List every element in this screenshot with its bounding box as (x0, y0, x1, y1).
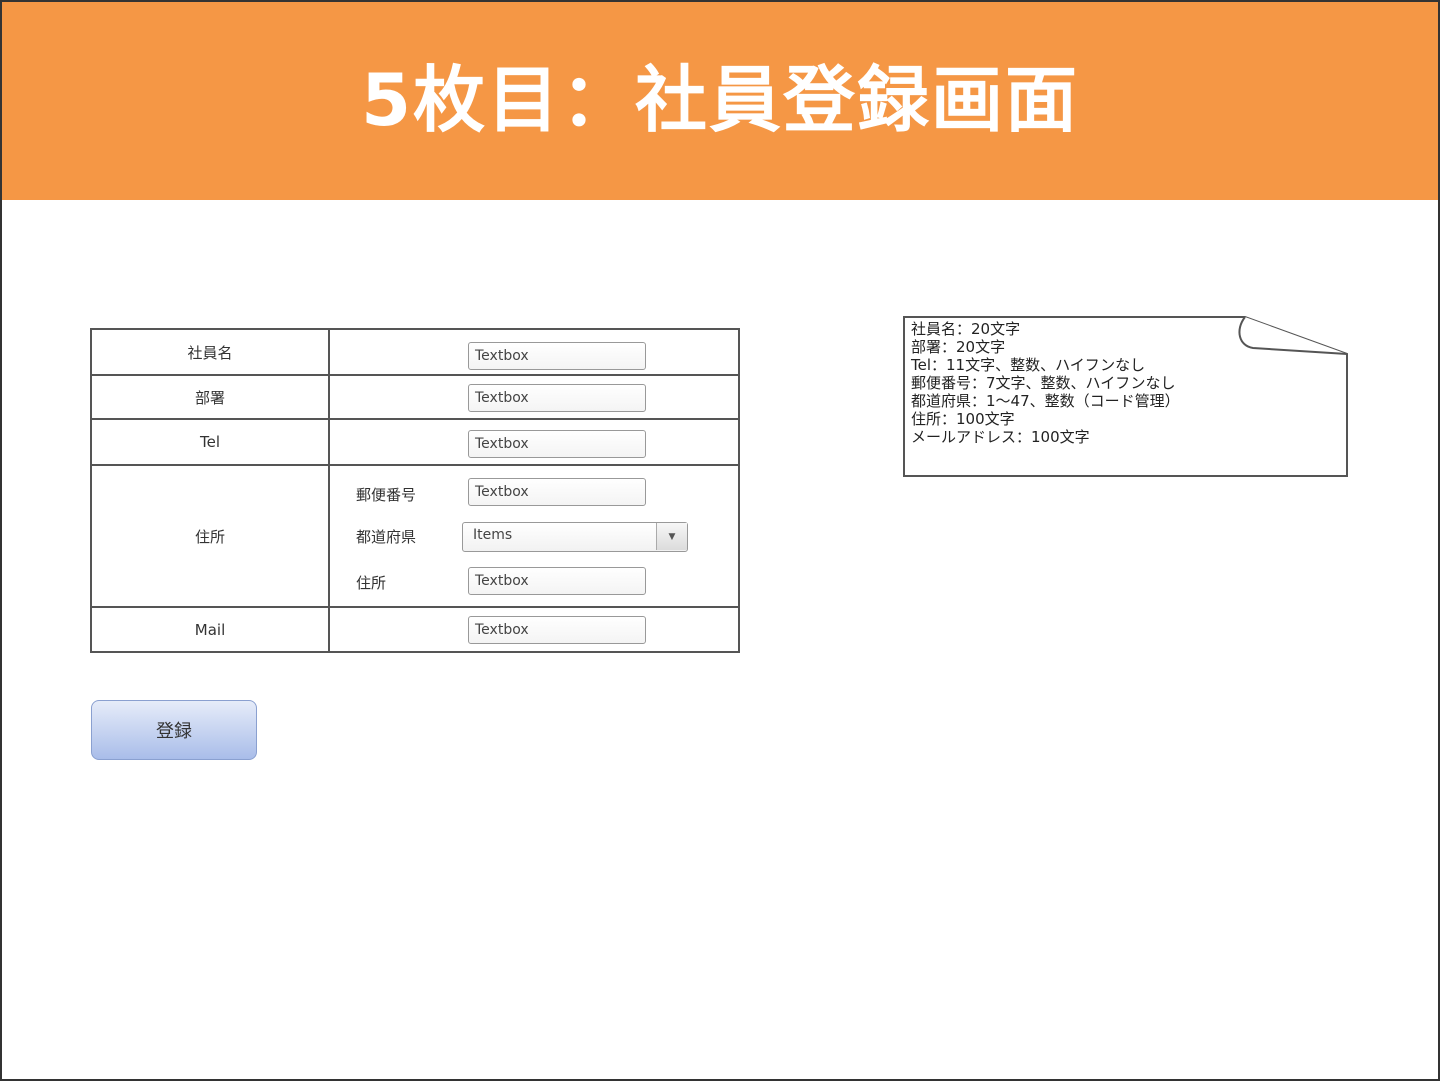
label-employee-name: 社員名 (90, 328, 330, 376)
department-input[interactable]: Textbox (468, 384, 646, 412)
field-cell-mail: Textbox (328, 606, 740, 653)
title-banner: 5枚目：社員登録画面 (2, 2, 1438, 200)
label-postal-code: 郵便番号 (356, 486, 417, 504)
prefecture-select[interactable]: Items ▼ (462, 522, 688, 552)
field-cell-department: Textbox (328, 374, 740, 420)
register-button[interactable]: 登録 (91, 700, 257, 760)
note-line: 郵便番号：7文字、整数、ハイフンなし (911, 374, 1176, 392)
label-street-address: 住所 (356, 574, 387, 592)
row-mail: Mail Textbox (90, 606, 740, 653)
employee-form-table: 社員名 Textbox 部署 Textbox Tel Textbox 住所 郵便… (90, 328, 740, 653)
row-address: 住所 郵便番号 Textbox 都道府県 Items ▼ 住所 Textbox (90, 464, 740, 608)
tel-input[interactable]: Textbox (468, 430, 646, 458)
field-cell-address: 郵便番号 Textbox 都道府県 Items ▼ 住所 Textbox (328, 464, 740, 608)
label-mail: Mail (90, 606, 330, 653)
chevron-down-icon[interactable]: ▼ (656, 523, 687, 550)
validation-note: 社員名：20文字 部署：20文字 Tel：11文字、整数、ハイフンなし 郵便番号… (903, 316, 1349, 478)
label-address: 住所 (90, 464, 330, 608)
mail-input[interactable]: Textbox (468, 616, 646, 644)
note-line: 社員名：20文字 (911, 320, 1021, 338)
field-cell-tel: Textbox (328, 418, 740, 466)
label-department: 部署 (90, 374, 330, 420)
note-line: 部署：20文字 (911, 338, 1006, 356)
label-prefecture: 都道府県 (356, 528, 417, 546)
row-department: 部署 Textbox (90, 374, 740, 420)
field-cell-employee-name: Textbox (328, 328, 740, 376)
street-address-input[interactable]: Textbox (468, 567, 646, 595)
prefecture-selected-value: Items (473, 527, 513, 543)
employee-name-input[interactable]: Textbox (468, 342, 646, 370)
slide-title: 5枚目：社員登録画面 (360, 57, 1080, 142)
row-tel: Tel Textbox (90, 418, 740, 466)
note-line: Tel：11文字、整数、ハイフンなし (911, 356, 1146, 374)
note-line: メールアドレス：100文字 (911, 428, 1090, 446)
note-line: 都道府県：1～47、整数（コード管理） (911, 392, 1180, 410)
note-line: 住所：100文字 (911, 410, 1015, 428)
note-text-lines: 社員名：20文字 部署：20文字 Tel：11文字、整数、ハイフンなし 郵便番号… (911, 320, 1180, 446)
label-tel: Tel (90, 418, 330, 466)
postal-code-input[interactable]: Textbox (468, 478, 646, 506)
row-employee-name: 社員名 Textbox (90, 328, 740, 376)
